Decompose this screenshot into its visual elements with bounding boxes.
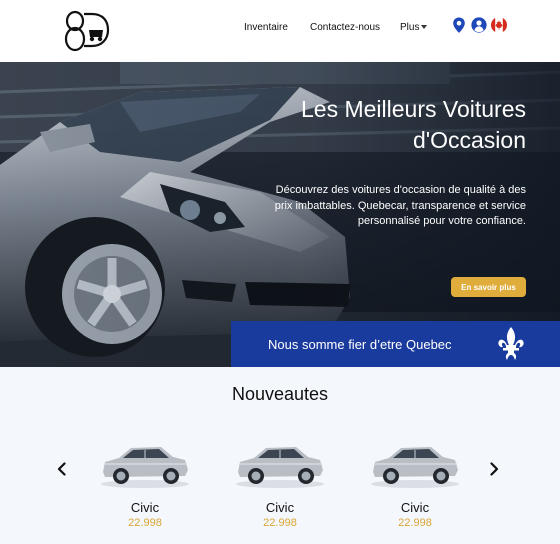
chevron-left-icon[interactable] — [56, 462, 68, 476]
quebec-banner-text: Nous somme fier d’etre Quebec — [268, 337, 452, 352]
car-price: 22.998 — [128, 517, 162, 529]
car-card[interactable]: Civic 22.998 — [230, 430, 330, 535]
location-pin-icon[interactable] — [451, 17, 467, 33]
en-savoir-plus-button[interactable]: En savoir plus — [451, 277, 526, 297]
fleur-de-lis-icon — [498, 327, 524, 360]
hero-banner: Les Meilleurs Voitures d'Occasion Découv… — [0, 62, 560, 367]
car-price: 22.998 — [398, 517, 432, 529]
nav-plus-dropdown[interactable]: Plus — [400, 22, 428, 33]
nav-inventaire[interactable]: Inventaire — [244, 22, 288, 33]
car-name: Civic — [265, 500, 295, 515]
hero-title: Les Meilleurs Voitures d'Occasion — [301, 96, 526, 153]
nav-contactez-nous[interactable]: Contactez-nous — [310, 22, 380, 33]
logo[interactable] — [62, 8, 112, 54]
canada-flag-icon[interactable] — [491, 17, 507, 33]
hero-description: Découvrez des voitures d'occasion de qua… — [274, 184, 526, 227]
car-price: 22.998 — [263, 517, 297, 529]
car-image — [371, 447, 459, 488]
car-card[interactable]: Civic 22.998 — [95, 430, 195, 535]
nouveautes-title: Nouveautes — [231, 384, 329, 404]
quebec-pride-banner: Nous somme fier d’etre Quebec — [231, 321, 560, 367]
site-header: Inventaire Contactez-nous Plus — [0, 0, 560, 62]
chevron-right-icon[interactable] — [488, 462, 500, 476]
user-icon[interactable] — [471, 17, 487, 33]
car-name: Civic — [400, 500, 430, 515]
car-card[interactable]: Civic 22.998 — [365, 430, 465, 535]
car-image — [236, 447, 324, 488]
nav-plus-label: Plus — [400, 22, 420, 33]
chevron-down-icon — [421, 25, 428, 30]
car-image — [101, 447, 189, 488]
car-name: Civic — [130, 500, 160, 515]
